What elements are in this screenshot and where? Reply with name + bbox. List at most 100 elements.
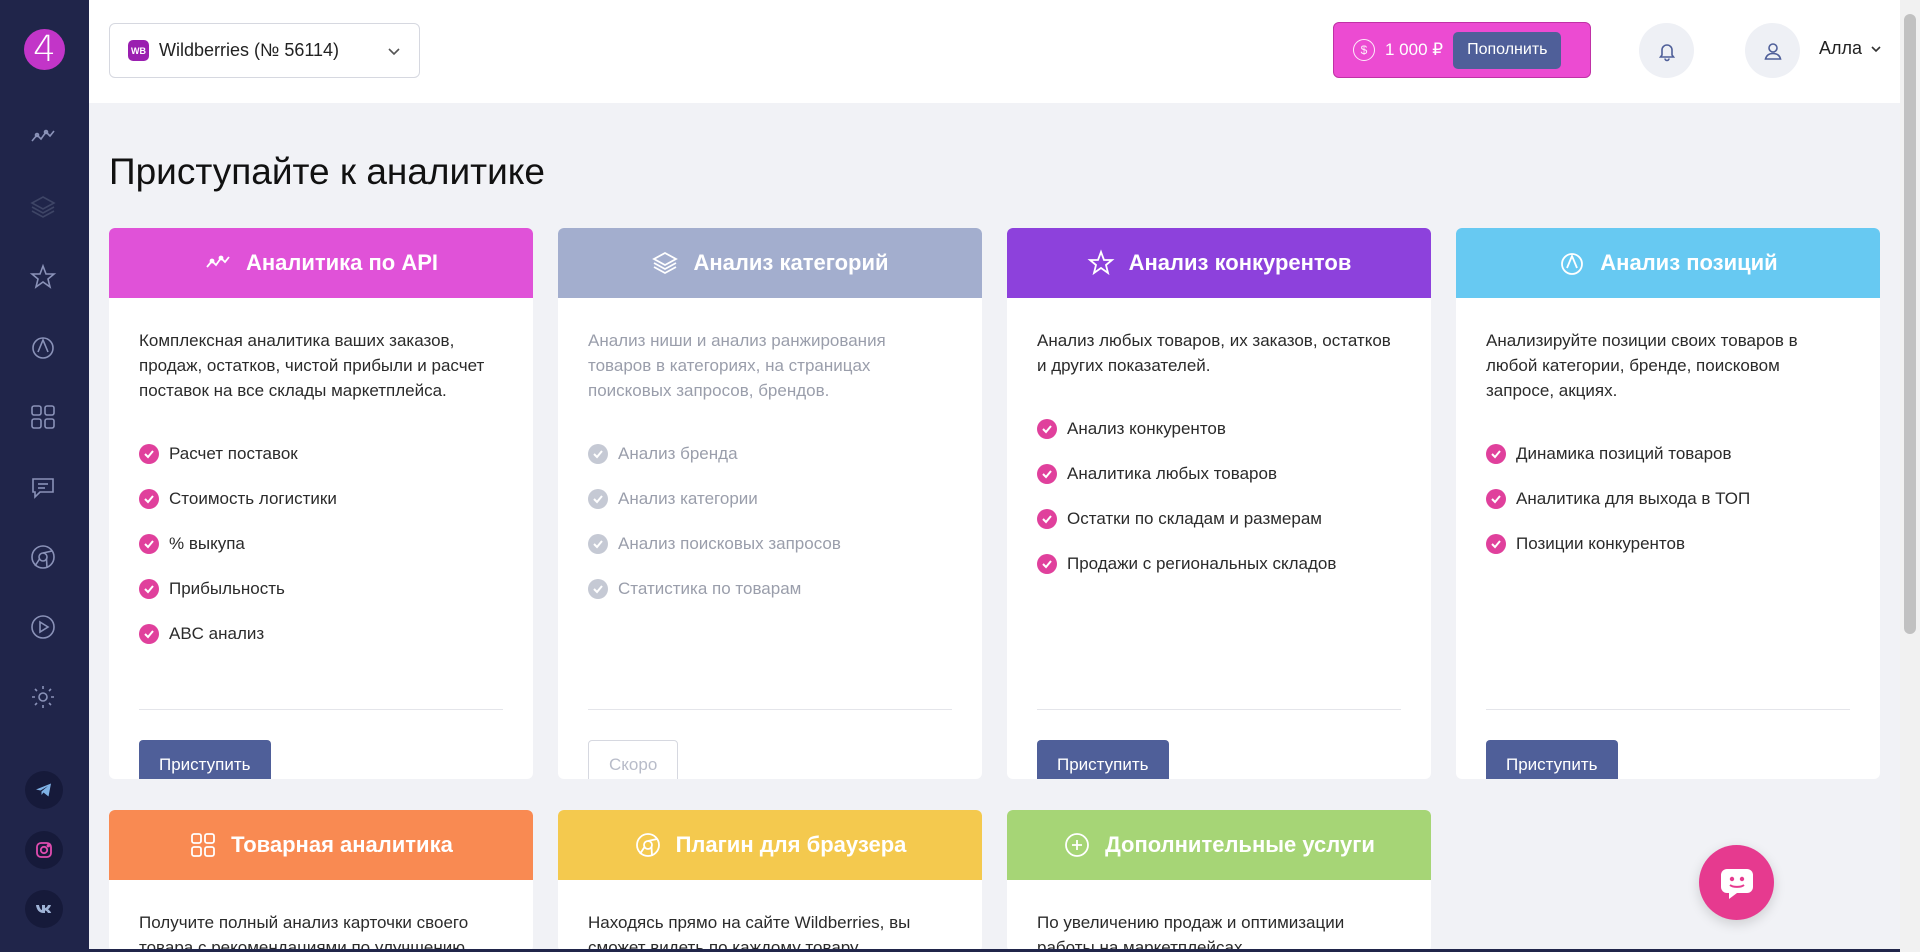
card-title: Анализ конкурентов bbox=[1128, 250, 1352, 275]
card-position-analysis: Анализ позиций Анализируйте позиции свои… bbox=[1456, 228, 1880, 779]
card-extra-services: Дополнительные услуги По увеличению прод… bbox=[1007, 810, 1431, 952]
play-icon[interactable] bbox=[28, 612, 58, 642]
feature-label: Анализ конкурентов bbox=[1067, 418, 1226, 438]
check-icon bbox=[139, 488, 159, 509]
check-icon bbox=[1486, 533, 1506, 554]
feature-label: Анализ категории bbox=[618, 488, 758, 508]
feature-item: Продажи с региональных складов bbox=[1037, 541, 1401, 586]
check-icon bbox=[139, 533, 159, 554]
chat-bot-icon bbox=[1720, 868, 1753, 899]
card-header: Анализ позиций bbox=[1456, 228, 1880, 298]
check-icon bbox=[1037, 553, 1057, 574]
card-description: Анализ ниши и анализ ранжирования товаро… bbox=[588, 331, 886, 400]
card-description: Анализируйте позиции своих товаров в люб… bbox=[1486, 331, 1798, 400]
star-icon[interactable] bbox=[28, 262, 58, 292]
chevron-down-icon bbox=[388, 47, 400, 55]
card-header: Дополнительные услуги bbox=[1007, 810, 1431, 880]
user-name: Алла bbox=[1819, 38, 1863, 58]
card-description: Анализ любых товаров, их заказов, остатк… bbox=[1037, 331, 1391, 375]
balance-value: 1 000 ₽ bbox=[1385, 40, 1444, 59]
card-header: Анализ категорий bbox=[558, 228, 982, 298]
card-title: Аналитика по API bbox=[245, 250, 439, 275]
sidebar: 4 bbox=[0, 0, 89, 952]
chevron-down-icon bbox=[1871, 45, 1881, 52]
instagram-icon[interactable] bbox=[25, 831, 63, 869]
check-icon bbox=[588, 443, 608, 464]
start-button[interactable]: Приступить bbox=[139, 740, 271, 779]
feature-item: % выкупа bbox=[139, 521, 503, 566]
balance-box: $ 1 000 ₽ Пополнить bbox=[1333, 22, 1591, 78]
feature-item: Прибыльность bbox=[139, 566, 503, 611]
check-icon bbox=[588, 533, 608, 554]
store-select[interactable]: WB Wildberries (№ 56114) bbox=[109, 23, 420, 78]
divider bbox=[1037, 709, 1401, 710]
grid-icon bbox=[191, 833, 216, 857]
card-title: Дополнительные услуги bbox=[1105, 832, 1375, 857]
chat-icon[interactable] bbox=[28, 472, 58, 502]
card-description: Получите полный анализ карточки своего т… bbox=[139, 913, 469, 952]
chrome-icon bbox=[635, 833, 660, 857]
card-category-analysis: Анализ категорий Анализ ниши и анализ ра… bbox=[558, 228, 982, 779]
feature-label: Остатки по складам и размерам bbox=[1067, 508, 1322, 528]
scrollbar-thumb[interactable] bbox=[1904, 14, 1916, 634]
feature-item: Статистика по товарам bbox=[588, 566, 952, 611]
check-icon bbox=[139, 578, 159, 599]
logo[interactable]: 4 bbox=[24, 29, 65, 70]
analytics-icon[interactable] bbox=[28, 122, 58, 152]
star-icon bbox=[1087, 249, 1115, 276]
card-api-analytics: Аналитика по API Комплексная аналитика в… bbox=[109, 228, 533, 779]
start-button[interactable]: Приступить bbox=[1037, 740, 1169, 779]
feature-list: Расчет поставок Стоимость логистики % вы… bbox=[139, 431, 503, 656]
user-avatar[interactable] bbox=[1745, 23, 1800, 78]
position-icon[interactable] bbox=[28, 332, 58, 362]
feature-label: Анализ бренда bbox=[618, 443, 738, 463]
layers-icon[interactable] bbox=[28, 192, 58, 222]
user-menu[interactable]: Алла bbox=[1819, 38, 1882, 59]
page-title: Приступайте к аналитике bbox=[109, 151, 545, 192]
feature-label: Расчет поставок bbox=[169, 443, 298, 463]
notifications-button[interactable] bbox=[1639, 23, 1694, 78]
telegram-icon[interactable] bbox=[25, 771, 63, 809]
vk-icon[interactable] bbox=[25, 890, 63, 928]
feature-label: Позиции конкурентов bbox=[1516, 533, 1686, 553]
analytics-icon bbox=[206, 255, 230, 268]
coin-icon: $ bbox=[1353, 39, 1375, 61]
user-icon bbox=[1763, 42, 1782, 60]
plus-circle-icon bbox=[1065, 833, 1089, 857]
feature-item: Анализ категории bbox=[588, 476, 952, 521]
card-product-analytics: Товарная аналитика Получите полный анали… bbox=[109, 810, 533, 952]
check-icon bbox=[1486, 488, 1506, 509]
feature-list: Динамика позиций товаров Аналитика для в… bbox=[1486, 431, 1850, 566]
feature-label: Анализ поисковых запросов bbox=[618, 533, 841, 553]
grid-icon[interactable] bbox=[28, 402, 58, 432]
feature-list: Анализ конкурентов Аналитика любых товар… bbox=[1037, 406, 1401, 586]
feature-label: Динамика позиций товаров bbox=[1516, 443, 1732, 463]
start-button[interactable]: Приступить bbox=[1486, 740, 1618, 779]
check-icon bbox=[588, 578, 608, 599]
layers-icon bbox=[652, 251, 679, 275]
feature-item: Расчет поставок bbox=[139, 431, 503, 476]
divider bbox=[588, 709, 952, 710]
card-title: Анализ позиций bbox=[1600, 250, 1778, 275]
logo-glyph: 4 bbox=[33, 28, 56, 70]
feature-item: ABC анализ bbox=[139, 611, 503, 656]
feature-label: ABC анализ bbox=[169, 623, 265, 643]
settings-icon[interactable] bbox=[28, 682, 58, 712]
chat-support-button[interactable] bbox=[1699, 845, 1774, 920]
feature-label: Стоимость логистики bbox=[169, 488, 337, 508]
feature-label: Аналитика для выхода в ТОП bbox=[1516, 488, 1751, 508]
chrome-icon[interactable] bbox=[28, 542, 58, 572]
feature-item: Анализ поисковых запросов bbox=[588, 521, 952, 566]
feature-item: Анализ бренда bbox=[588, 431, 952, 476]
feature-item: Анализ конкурентов bbox=[1037, 406, 1401, 451]
card-browser-plugin: Плагин для браузера Находясь прямо на са… bbox=[558, 810, 982, 952]
feature-item: Аналитика для выхода в ТОП bbox=[1486, 476, 1850, 521]
card-title: Плагин для браузера bbox=[675, 832, 907, 857]
scrollbar[interactable] bbox=[1900, 0, 1920, 952]
feature-label: % выкупа bbox=[169, 533, 245, 553]
feature-item: Остатки по складам и размерам bbox=[1037, 496, 1401, 541]
topup-button[interactable]: Пополнить bbox=[1453, 31, 1562, 69]
feature-item: Позиции конкурентов bbox=[1486, 521, 1850, 566]
card-header: Плагин для браузера bbox=[558, 810, 982, 880]
feature-label: Прибыльность bbox=[169, 578, 285, 598]
